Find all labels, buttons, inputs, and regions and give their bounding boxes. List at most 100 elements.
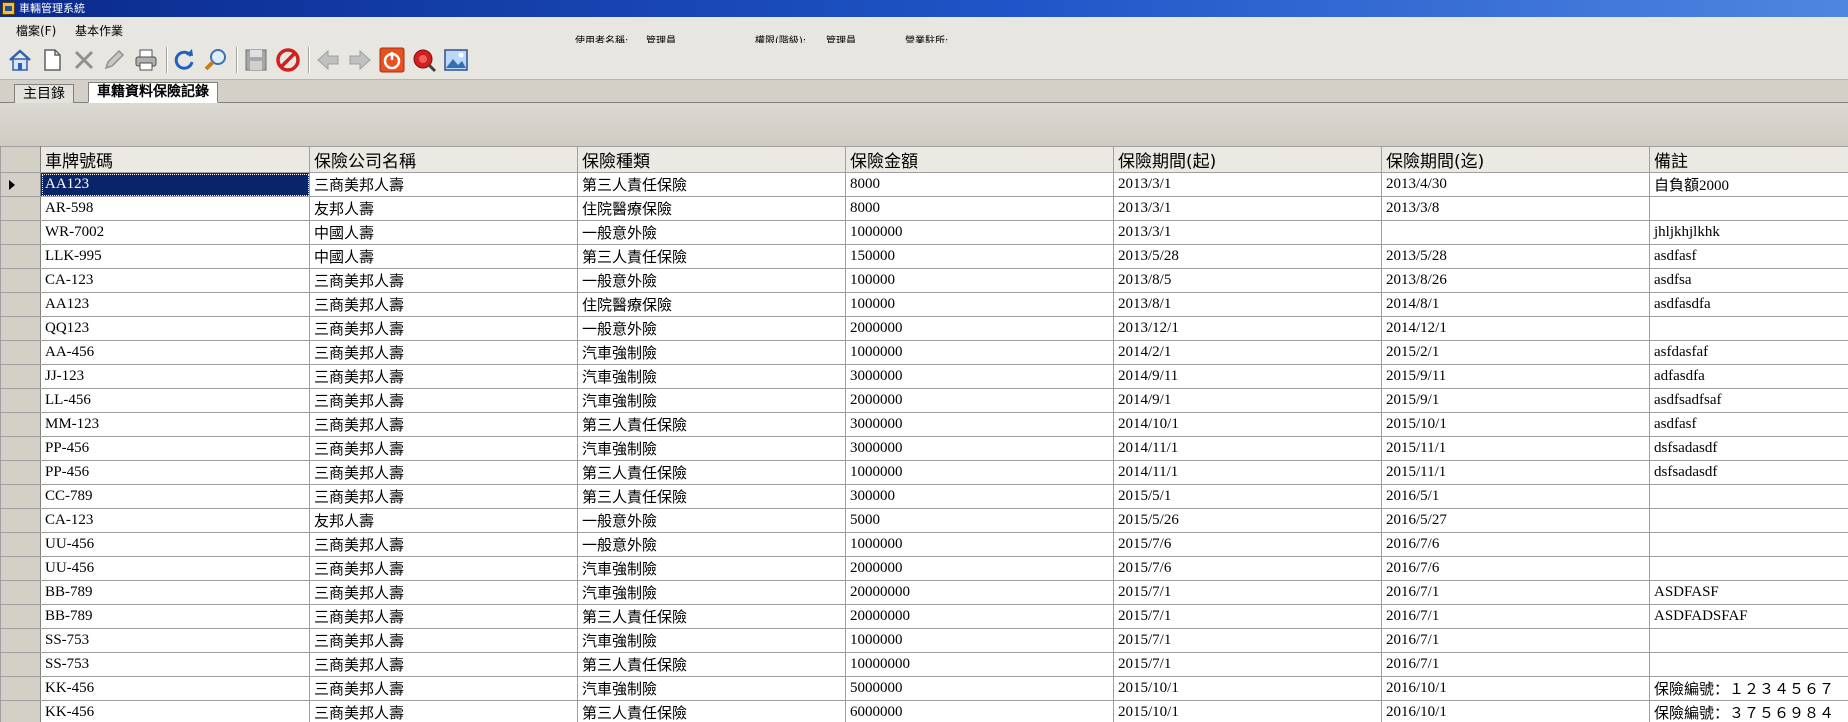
cell-amount[interactable]: 5000000 xyxy=(845,676,1114,701)
tab-insurance-records[interactable]: 車籍資料保險記錄 xyxy=(88,82,218,103)
cell-company[interactable]: 中國人壽 xyxy=(309,220,578,245)
cell-start[interactable]: 2015/5/26 xyxy=(1113,508,1382,533)
cell-type[interactable]: 汽車強制險 xyxy=(577,556,846,581)
cell-plate[interactable]: AA123 xyxy=(40,292,310,317)
cell-end[interactable]: 2016/7/1 xyxy=(1381,652,1650,677)
cell-company[interactable]: 三商美邦人壽 xyxy=(309,172,578,197)
row-selector[interactable] xyxy=(0,604,41,629)
cell-start[interactable]: 2015/7/1 xyxy=(1113,604,1382,629)
cell-company[interactable]: 三商美邦人壽 xyxy=(309,676,578,701)
delete-icon[interactable] xyxy=(70,46,98,74)
cell-start[interactable]: 2014/9/1 xyxy=(1113,388,1382,413)
cell-plate[interactable]: CC-789 xyxy=(40,484,310,509)
cell-plate[interactable]: AR-598 xyxy=(40,196,310,221)
cell-amount[interactable]: 1000000 xyxy=(845,340,1114,365)
cell-type[interactable]: 第三人責任保險 xyxy=(577,412,846,437)
cell-type[interactable]: 一般意外險 xyxy=(577,316,846,341)
cell-start[interactable]: 2013/5/28 xyxy=(1113,244,1382,269)
row-selector[interactable] xyxy=(0,484,41,509)
cell-company[interactable]: 三商美邦人壽 xyxy=(309,340,578,365)
cell-type[interactable]: 汽車強制險 xyxy=(577,628,846,653)
save-icon[interactable] xyxy=(242,46,270,74)
row-selector[interactable] xyxy=(0,340,41,365)
row-selector[interactable] xyxy=(0,292,41,317)
cell-start[interactable]: 2015/7/1 xyxy=(1113,580,1382,605)
cell-amount[interactable]: 1000000 xyxy=(845,628,1114,653)
cell-start[interactable]: 2015/10/1 xyxy=(1113,676,1382,701)
cell-start[interactable]: 2014/9/11 xyxy=(1113,364,1382,389)
table-row[interactable]: AA123 三商美邦人壽 第三人責任保險 8000 2013/3/1 2013/4/30 自… xyxy=(0,172,1848,197)
refresh-icon[interactable] xyxy=(170,46,198,74)
cell-start[interactable]: 2013/3/1 xyxy=(1113,196,1382,221)
menu-file[interactable]: 檔案(F) xyxy=(16,22,56,39)
cell-end[interactable]: 2016/7/6 xyxy=(1381,556,1650,581)
power-icon[interactable] xyxy=(378,46,406,74)
cell-remarks[interactable]: dsfsadasdf xyxy=(1649,460,1848,485)
table-row[interactable]: WR-7002 中國人壽 一般意外險 1000000 2013/3/1 jhljkhjlk… xyxy=(0,220,1848,245)
table-row[interactable]: PP-456 三商美邦人壽 第三人責任保險 1000000 2014/11/1 2015/… xyxy=(0,460,1848,485)
cell-type[interactable]: 第三人責任保險 xyxy=(577,484,846,509)
cell-amount[interactable]: 100000 xyxy=(845,292,1114,317)
alarm-icon[interactable] xyxy=(410,46,438,74)
home-icon[interactable] xyxy=(6,46,34,74)
table-row[interactable]: CA-123 三商美邦人壽 一般意外險 100000 2013/8/5 2013/8/26… xyxy=(0,268,1848,293)
table-row[interactable]: PP-456 三商美邦人壽 汽車強制險 3000000 2014/11/1 2015/11… xyxy=(0,436,1848,461)
cell-remarks[interactable]: asdfasdfa xyxy=(1649,292,1848,317)
cell-start[interactable]: 2014/11/1 xyxy=(1113,460,1382,485)
new-document-icon[interactable] xyxy=(38,46,66,74)
cell-end[interactable]: 2016/10/1 xyxy=(1381,676,1650,701)
cell-start[interactable]: 2013/3/1 xyxy=(1113,172,1382,197)
cell-plate[interactable]: QQ123 xyxy=(40,316,310,341)
cell-end[interactable]: 2013/4/30 xyxy=(1381,172,1650,197)
cell-remarks[interactable] xyxy=(1649,652,1848,677)
cell-amount[interactable]: 6000000 xyxy=(845,700,1114,722)
cell-company[interactable]: 三商美邦人壽 xyxy=(309,652,578,677)
cell-type[interactable]: 第三人責任保險 xyxy=(577,172,846,197)
cell-amount[interactable]: 1000000 xyxy=(845,460,1114,485)
edit-icon[interactable] xyxy=(100,46,128,74)
cell-company[interactable]: 三商美邦人壽 xyxy=(309,268,578,293)
row-selector[interactable] xyxy=(0,508,41,533)
row-selector[interactable] xyxy=(0,268,41,293)
cell-company[interactable]: 三商美邦人壽 xyxy=(309,628,578,653)
cell-amount[interactable]: 20000000 xyxy=(845,604,1114,629)
row-selector[interactable] xyxy=(0,244,41,269)
cell-remarks[interactable]: asdfasf xyxy=(1649,412,1848,437)
row-selector[interactable] xyxy=(0,220,41,245)
cell-type[interactable]: 一般意外險 xyxy=(577,532,846,557)
row-selector[interactable] xyxy=(0,580,41,605)
cell-remarks[interactable] xyxy=(1649,484,1848,509)
cell-end[interactable]: 2015/9/11 xyxy=(1381,364,1650,389)
table-row[interactable]: MM-123 三商美邦人壽 第三人責任保險 3000000 2014/10/1 2015/… xyxy=(0,412,1848,437)
cell-company[interactable]: 三商美邦人壽 xyxy=(309,580,578,605)
cell-plate[interactable]: UU-456 xyxy=(40,532,310,557)
cell-plate[interactable]: AA-456 xyxy=(40,340,310,365)
cell-start[interactable]: 2013/12/1 xyxy=(1113,316,1382,341)
cell-end[interactable]: 2016/7/1 xyxy=(1381,604,1650,629)
cell-plate[interactable]: WR-7002 xyxy=(40,220,310,245)
column-header-type[interactable]: 保險種類 xyxy=(577,146,846,173)
cell-company[interactable]: 三商美邦人壽 xyxy=(309,412,578,437)
table-row[interactable]: BB-789 三商美邦人壽 汽車強制險 20000000 2015/7/1 2016/7/… xyxy=(0,580,1848,605)
table-row[interactable]: QQ123 三商美邦人壽 一般意外險 2000000 2013/12/1 2014/12/… xyxy=(0,316,1848,341)
cell-type[interactable]: 汽車強制險 xyxy=(577,364,846,389)
table-row[interactable]: AR-598 友邦人壽 住院醫療保險 8000 2013/3/1 2013/3/8 xyxy=(0,196,1848,221)
cell-remarks[interactable]: 保險編號：１２３４５６７ xyxy=(1649,676,1848,701)
cell-type[interactable]: 一般意外險 xyxy=(577,220,846,245)
cell-remarks[interactable]: asdfsa xyxy=(1649,268,1848,293)
cell-amount[interactable]: 1000000 xyxy=(845,532,1114,557)
row-selector[interactable] xyxy=(0,676,41,701)
row-selector[interactable] xyxy=(0,532,41,557)
cell-remarks[interactable]: 保險編號：３７５６９８４ xyxy=(1649,700,1848,722)
column-header-start[interactable]: 保險期間(起) xyxy=(1113,146,1382,173)
cell-start[interactable]: 2015/7/6 xyxy=(1113,556,1382,581)
cell-start[interactable]: 2014/10/1 xyxy=(1113,412,1382,437)
next-icon[interactable] xyxy=(346,46,374,74)
cell-company[interactable]: 三商美邦人壽 xyxy=(309,484,578,509)
cell-start[interactable]: 2013/8/1 xyxy=(1113,292,1382,317)
cell-remarks[interactable]: jhljkhjlkhk xyxy=(1649,220,1848,245)
row-selector[interactable] xyxy=(0,316,41,341)
tab-home[interactable]: 主目錄 xyxy=(14,84,74,103)
cell-type[interactable]: 一般意外險 xyxy=(577,268,846,293)
cell-type[interactable]: 汽車強制險 xyxy=(577,436,846,461)
